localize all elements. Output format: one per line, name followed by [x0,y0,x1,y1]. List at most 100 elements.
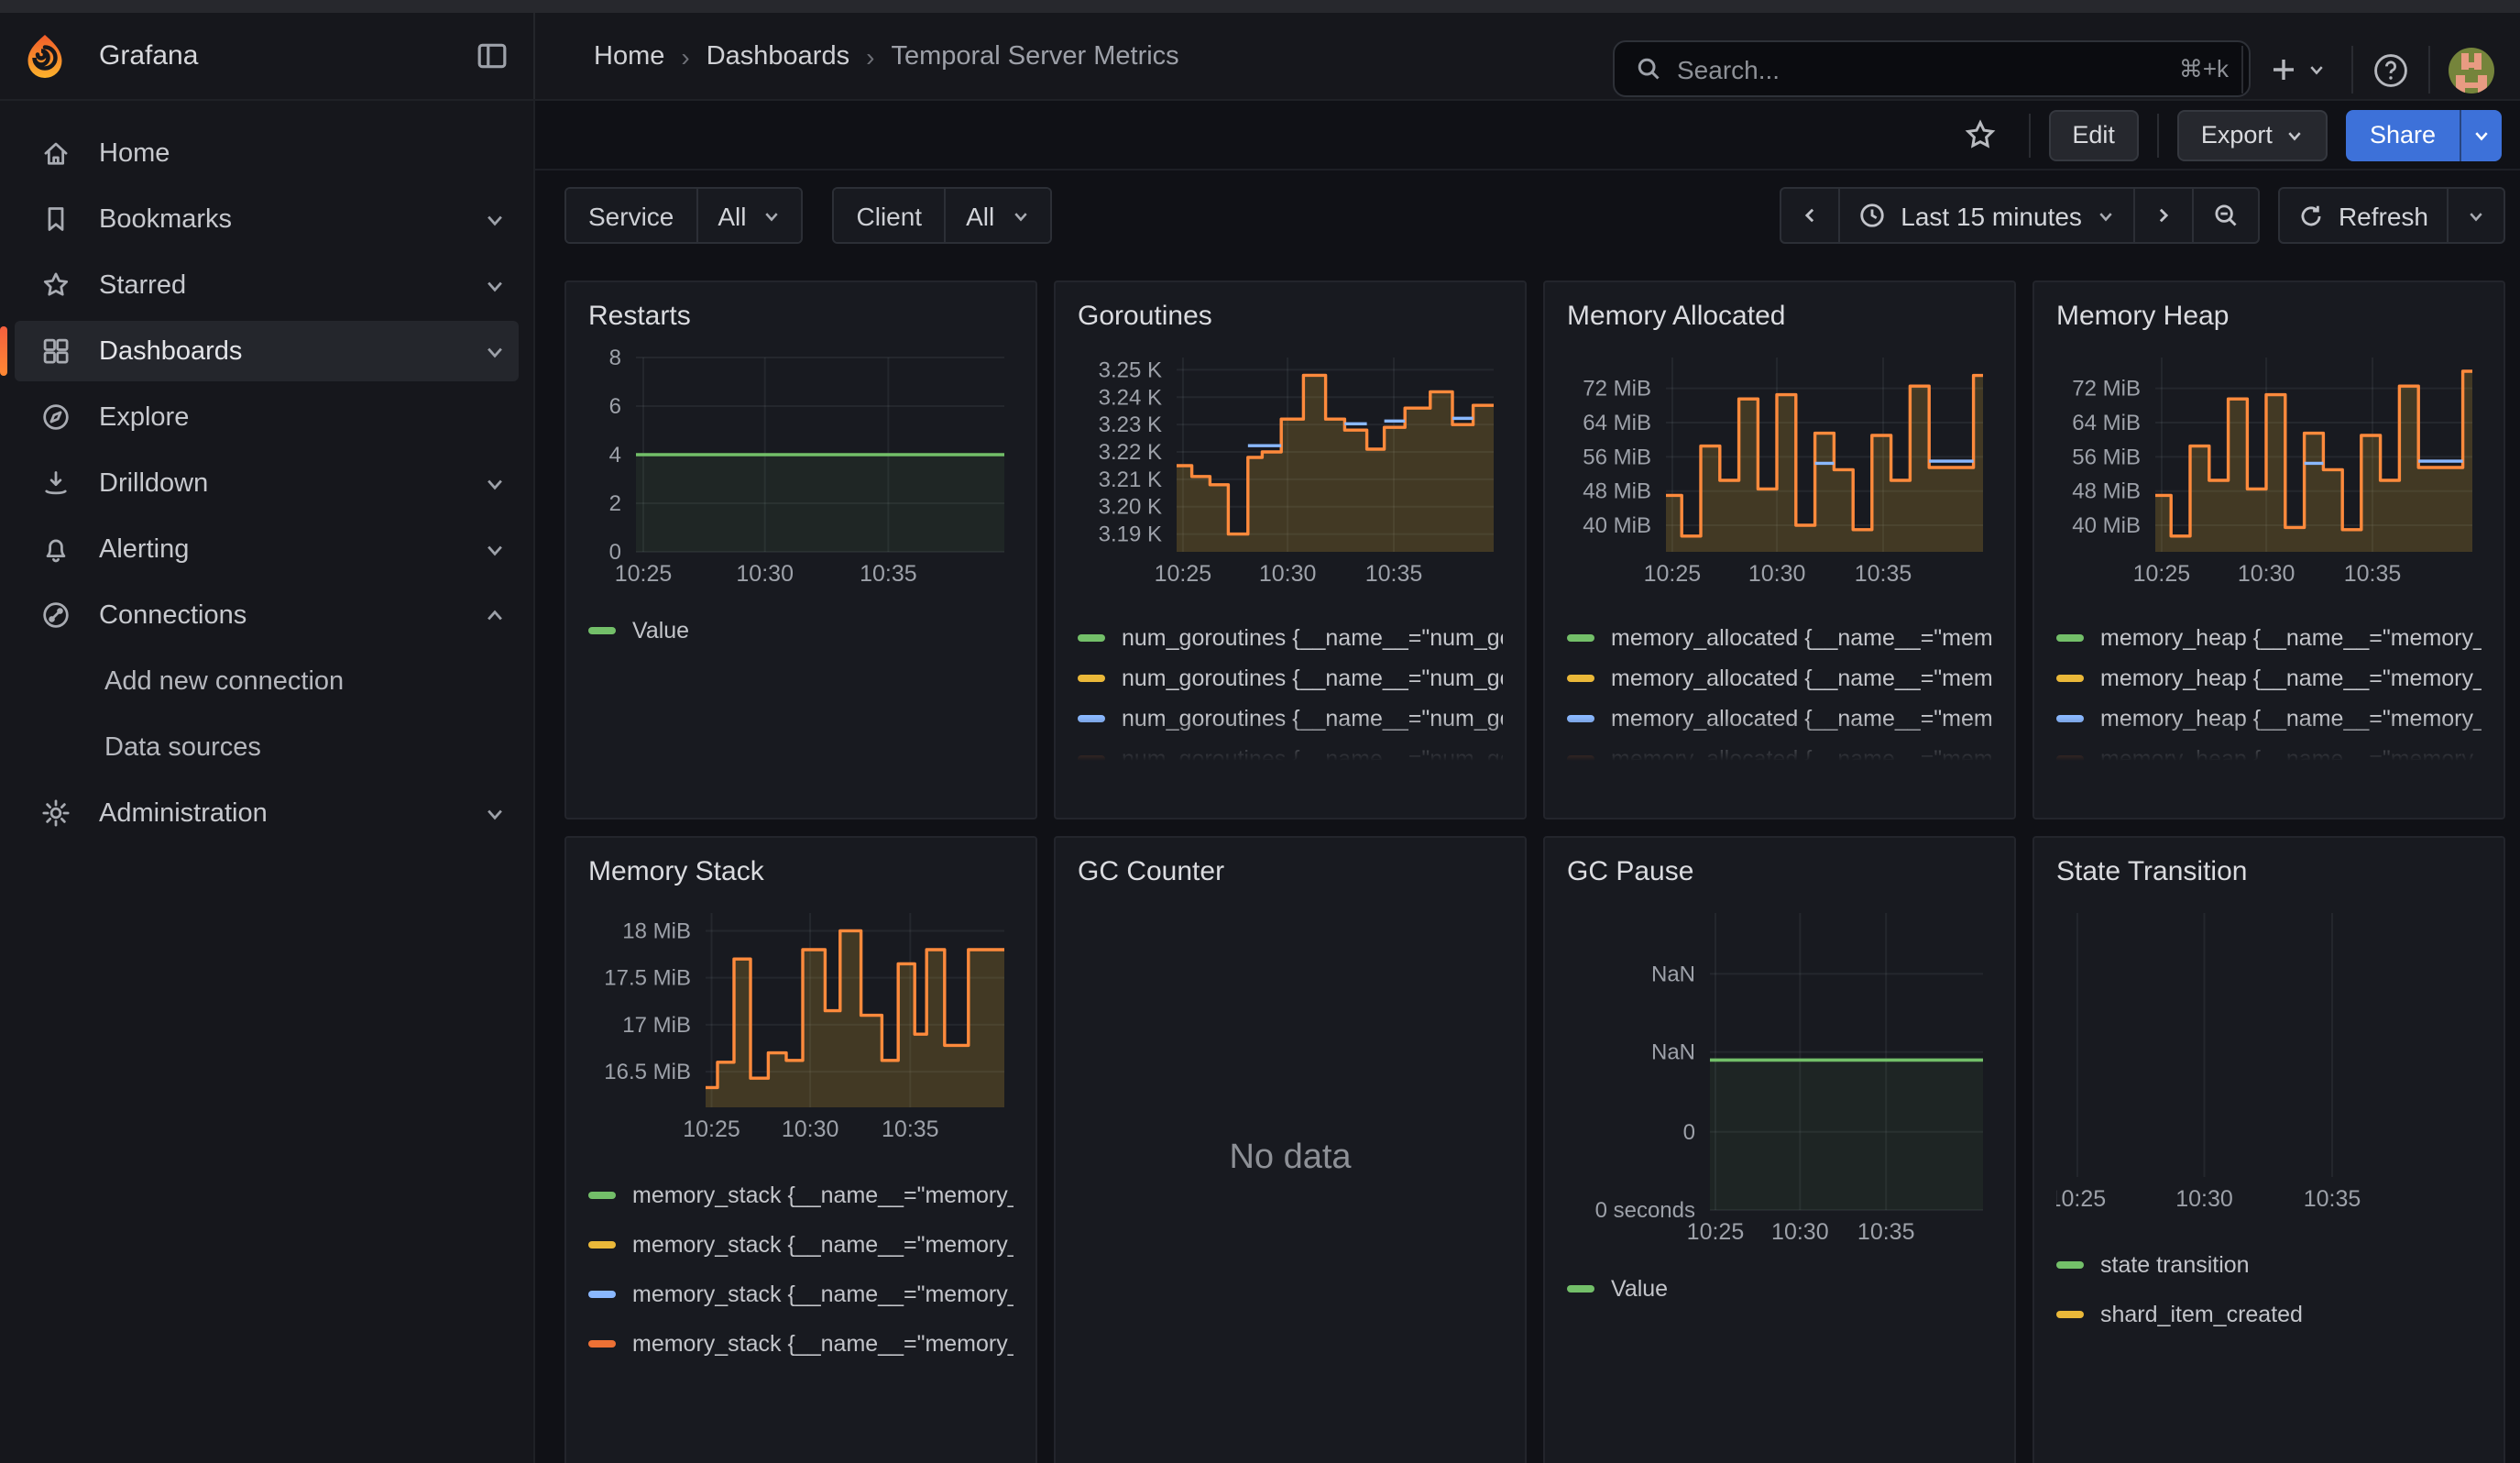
panel-title[interactable]: GC Counter [1078,856,1503,887]
share-menu-button[interactable] [2460,109,2502,160]
search-shortcut: ⌘+k [2179,54,2229,83]
legend-label[interactable]: memory_stack {__name__="memory_stack [632,1282,1013,1307]
sidebar-item-starred[interactable]: Starred [15,255,519,315]
legend-item[interactable]: memory_allocated {__name__="memory_alloc… [1567,625,1992,651]
chart-state_transition[interactable]: 10:2510:3010:35 [2056,902,2482,1228]
divider [2028,113,2030,157]
export-button[interactable]: Export [2177,109,2328,160]
sidebar-item-drilldown[interactable]: Drilldown [15,453,519,513]
legend-label[interactable]: memory_heap {__name__="memory_heap [2100,666,2482,691]
legend-item[interactable]: memory_allocated {__name__="memory_alloc… [1567,746,1992,764]
refresh-label: Refresh [2339,201,2428,230]
window-top-strip [0,0,2520,13]
legend-label[interactable]: num_goroutines {__name__="num_goroutines [1122,625,1503,651]
sidebar-item-data-sources[interactable]: Data sources [15,717,519,777]
filter-value[interactable]: All [944,189,1049,242]
client-filter[interactable]: Client All [833,187,1052,244]
legend-label[interactable]: memory_stack {__name__="memory_stack [632,1232,1013,1258]
sidebar-item-alerting[interactable]: Alerting [15,519,519,579]
panel-title[interactable]: Memory Stack [588,856,1013,887]
chart-memory_stack[interactable]: 18 MiB17.5 MiB17 MiB16.5 MiB10:2510:3010… [588,902,1013,1159]
sidebar-item-home[interactable]: Home [15,123,519,183]
legend-item[interactable]: memory_allocated {__name__="memory_alloc… [1567,666,1992,691]
legend-item[interactable]: Value [588,618,1013,644]
svg-text:40 MiB: 40 MiB [1583,513,1651,538]
legend-label[interactable]: Value [632,618,1013,644]
panel-title[interactable]: Memory Heap [2056,301,2482,332]
legend-item[interactable]: memory_allocated {__name__="memory_alloc… [1567,706,1992,732]
filter-value[interactable]: All [696,189,801,242]
user-avatar[interactable] [2449,47,2494,93]
legend-item[interactable]: shard_item_created [2056,1302,2482,1327]
legend-item[interactable]: num_goroutines {__name__="num_goroutines [1078,746,1503,764]
legend-item[interactable]: memory_heap {__name__="memory_heap [2056,666,2482,691]
legend-label[interactable]: shard_item_created [2100,1302,2482,1327]
divider [2428,46,2430,94]
legend-label[interactable]: memory_heap {__name__="memory_heap [2100,625,2482,651]
legend-item[interactable]: memory_heap {__name__="memory_heap [2056,706,2482,732]
legend-item[interactable]: memory_heap {__name__="memory_heap [2056,746,2482,764]
add-button[interactable] [2262,55,2333,84]
search-input[interactable]: Search... ⌘+k [1613,40,2251,97]
legend-label[interactable]: num_goroutines {__name__="num_goroutines [1122,746,1503,764]
breadcrumb-dashboards[interactable]: Dashboards [707,41,849,71]
legend-label[interactable]: memory_stack {__name__="memory_stack [632,1182,1013,1208]
legend-item[interactable]: memory_stack {__name__="memory_stack [588,1182,1013,1208]
sidebar-item-explore[interactable]: Explore [15,387,519,447]
legend-item[interactable]: memory_stack {__name__="memory_stack [588,1282,1013,1307]
legend-label[interactable]: num_goroutines {__name__="num_goroutines [1122,706,1503,732]
legend-label[interactable]: Value [1611,1276,1992,1302]
time-forward-button[interactable] [2133,187,2194,244]
panel-title[interactable]: Restarts [588,301,1013,332]
legend-item[interactable]: memory_stack {__name__="memory_stack [588,1331,1013,1357]
legend-item[interactable]: Value [1567,1276,1992,1302]
legend-label[interactable]: num_goroutines {__name__="num_goroutines [1122,666,1503,691]
chevron-down-icon [2097,206,2115,225]
filter-value-text: All [966,201,994,230]
help-button[interactable] [2372,50,2410,89]
sidebar-item-add-new-connection[interactable]: Add new connection [15,651,519,711]
svg-text:0: 0 [1683,1120,1695,1145]
edit-button[interactable]: Edit [2048,109,2139,160]
panel-title[interactable]: GC Pause [1567,856,1992,887]
service-filter[interactable]: Service All [564,187,804,244]
legend-label[interactable]: memory_allocated {__name__="memory_alloc… [1611,706,1992,732]
sidebar-toggle-icon[interactable] [477,40,508,72]
legend-color-dash [1567,1285,1594,1293]
legend-label[interactable]: state transition [2100,1252,2482,1278]
sidebar-item-dashboards[interactable]: Dashboards [15,321,519,381]
grafana-logo-icon[interactable] [22,33,68,79]
chart-gc_pause[interactable]: NaNNaN00 seconds10:2510:3010:35 [1567,902,1992,1261]
svg-text:48 MiB: 48 MiB [1583,479,1651,504]
sidebar-item-connections[interactable]: Connections [15,585,519,645]
chart-memory_allocated[interactable]: 72 MiB64 MiB56 MiB48 MiB40 MiB10:2510:30… [1567,346,1992,603]
time-range-button[interactable]: Last 15 minutes [1838,187,2135,244]
legend-item[interactable]: num_goroutines {__name__="num_goroutines [1078,666,1503,691]
legend-label[interactable]: memory_stack {__name__="memory_stack [632,1331,1013,1357]
favorite-star-icon[interactable] [1949,119,2010,150]
legend-label[interactable]: memory_heap {__name__="memory_heap [2100,706,2482,732]
sidebar-item-bookmarks[interactable]: Bookmarks [15,189,519,249]
refresh-interval-button[interactable] [2447,187,2505,244]
breadcrumb-home[interactable]: Home [594,41,664,71]
legend-label[interactable]: memory_heap {__name__="memory_heap [2100,746,2482,764]
legend-label[interactable]: memory_allocated {__name__="memory_alloc… [1611,746,1992,764]
legend-label[interactable]: memory_allocated {__name__="memory_alloc… [1611,666,1992,691]
chart-restarts[interactable]: 8642010:2510:3010:35 [588,346,1013,603]
legend-item[interactable]: memory_stack {__name__="memory_stack [588,1232,1013,1258]
panel-title[interactable]: Goroutines [1078,301,1503,332]
legend-label[interactable]: memory_allocated {__name__="memory_alloc… [1611,625,1992,651]
share-button[interactable]: Share [2346,109,2460,160]
refresh-button[interactable]: Refresh [2278,187,2449,244]
chart-goroutines[interactable]: 3.25 K3.24 K3.23 K3.22 K3.21 K3.20 K3.19… [1078,346,1503,603]
legend-item[interactable]: state transition [2056,1252,2482,1278]
chart-memory_heap[interactable]: 72 MiB64 MiB56 MiB48 MiB40 MiB10:2510:30… [2056,346,2482,603]
legend-item[interactable]: memory_heap {__name__="memory_heap [2056,625,2482,651]
panel-title[interactable]: State Transition [2056,856,2482,887]
legend-item[interactable]: num_goroutines {__name__="num_goroutines [1078,706,1503,732]
legend-item[interactable]: num_goroutines {__name__="num_goroutines [1078,625,1503,651]
panel-title[interactable]: Memory Allocated [1567,301,1992,332]
time-back-button[interactable] [1780,187,1840,244]
zoom-out-button[interactable] [2192,187,2260,244]
sidebar-item-administration[interactable]: Administration [15,783,519,843]
